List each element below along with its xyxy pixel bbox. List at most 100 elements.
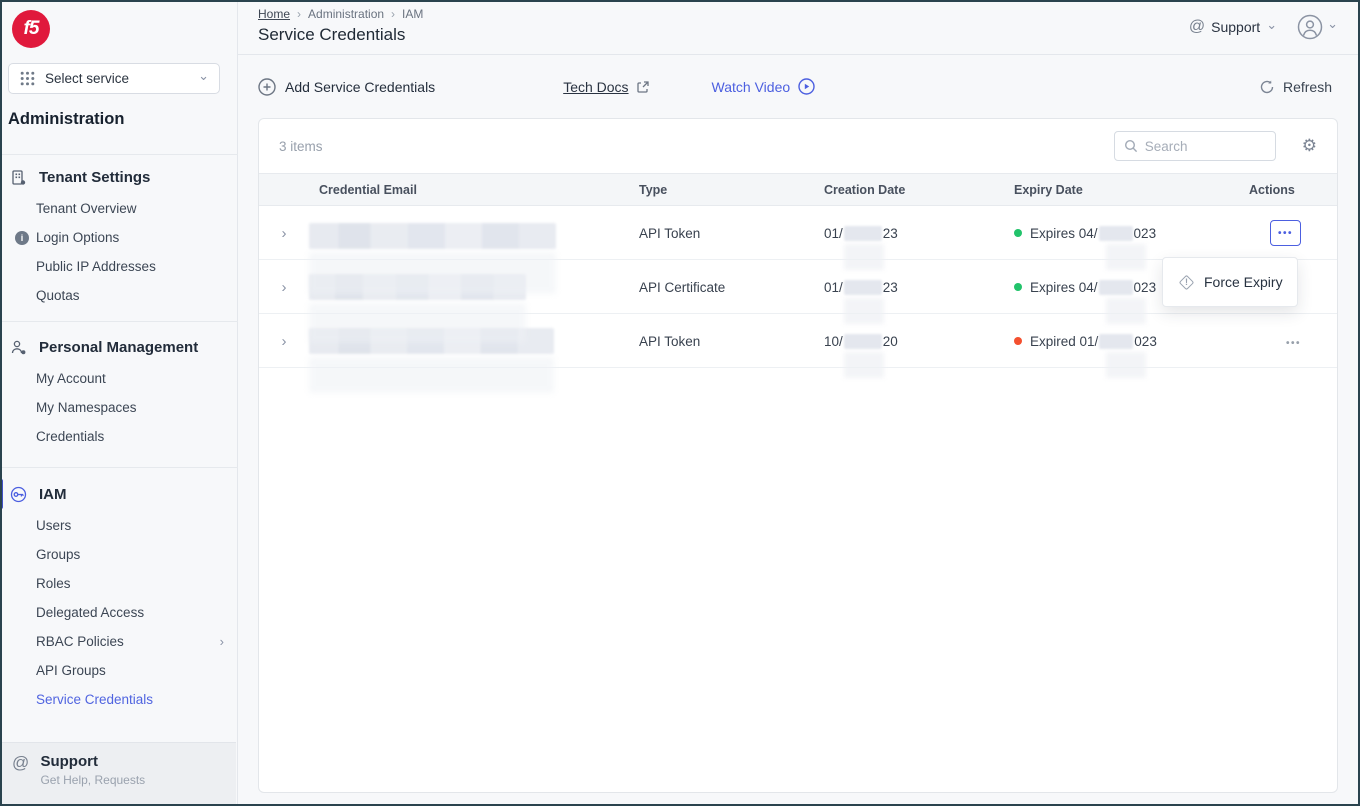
tech-docs-label: Tech Docs [563,79,628,95]
expiry-right: 023 [1134,226,1157,241]
nav-group-label: Tenant Settings [39,169,150,186]
sidebar-item-users[interactable]: Users [0,511,238,540]
avatar-icon [1297,14,1323,40]
support-label: Support [40,753,145,770]
nav-group-header-personal-management[interactable]: Personal Management [0,330,238,364]
redacted-date-block [844,226,882,241]
redacted-date-block [1099,280,1133,295]
table-header-row: Credential Email Type Creation Date Expi… [259,173,1337,206]
breadcrumb-separator-icon [391,7,395,21]
sidebar-item-label: RBAC Policies [36,634,124,649]
sidebar-support-section[interactable]: @ Support Get Help, Requests [0,742,236,804]
column-header-actions: Actions [1249,183,1339,197]
breadcrumb-separator-icon [297,7,301,21]
info-badge-icon: i [15,231,29,245]
nav-group-tenant-settings: Tenant Settings Tenant Overview i Login … [0,160,238,310]
row-expander-icon[interactable] [259,333,309,350]
refresh-button[interactable]: Refresh [1259,79,1332,95]
breadcrumb-iam[interactable]: IAM [402,7,423,21]
nav-group-header-iam[interactable]: IAM [0,477,238,511]
credential-type: API Token [639,226,824,241]
add-service-credentials-button[interactable]: Add Service Credentials [258,78,435,96]
sidebar-item-delegated-access[interactable]: Delegated Access [0,598,238,627]
force-expiry-icon [1179,275,1194,290]
sidebar-item-my-account[interactable]: My Account [0,364,238,393]
sidebar-item-label: Users [36,518,71,533]
sidebar-item-credentials[interactable]: Credentials [0,422,238,451]
sidebar-item-label: Public IP Addresses [36,259,156,274]
credentials-card: 3 items ⚙ Credential Email Type Creation… [258,118,1338,793]
sidebar-item-rbac-policies[interactable]: RBAC Policies › [0,627,238,656]
creation-date-left: 01/ [824,280,843,295]
sidebar-item-label: Tenant Overview [36,201,137,216]
redacted-blur-tail [1106,298,1146,324]
sidebar-item-label: My Namespaces [36,400,137,415]
chevron-right-icon: › [220,634,224,649]
expiry-left: Expires 04/ [1030,226,1098,241]
redacted-blur-tail [309,357,554,393]
sidebar-section-title: Administration [8,110,124,129]
sidebar-item-label: Roles [36,576,71,591]
redacted-email-block [309,223,556,249]
column-header-creation-date[interactable]: Creation Date [824,183,1014,197]
expiry-left: Expires 04/ [1030,280,1098,295]
f5-logo-text: f5 [24,18,39,40]
sidebar-item-api-groups[interactable]: API Groups [0,656,238,685]
sidebar-item-label: Service Credentials [36,692,153,707]
sidebar: f5 Select service Administration Tenant … [0,0,238,806]
redacted-date-block [1099,226,1133,241]
nav-group-label: Personal Management [39,339,198,356]
watch-video-link[interactable]: Watch Video [712,78,816,95]
account-menu[interactable] [1297,14,1338,40]
breadcrumb-home-link[interactable]: Home [258,7,290,21]
divider [0,467,238,468]
select-service-dropdown[interactable]: Select service [8,63,220,94]
search-box[interactable] [1114,131,1276,161]
divider [0,154,238,155]
row-actions-button[interactable] [1270,220,1301,246]
search-input[interactable] [1145,139,1255,154]
sidebar-item-quotas[interactable]: Quotas [0,281,238,310]
status-dot-active [1014,283,1022,291]
sidebar-item-login-options[interactable]: i Login Options [0,223,238,252]
sidebar-item-label: API Groups [36,663,106,678]
credential-type: API Certificate [639,280,824,295]
redacted-blur-tail [844,352,884,378]
redacted-blur-tail [844,298,884,324]
force-expiry-menu-item[interactable]: Force Expiry [1204,274,1283,290]
sidebar-item-service-credentials[interactable]: Service Credentials [0,685,238,714]
sidebar-item-groups[interactable]: Groups [0,540,238,569]
chevron-down-icon [198,71,209,86]
sidebar-item-my-namespaces[interactable]: My Namespaces [0,393,238,422]
breadcrumb-administration[interactable]: Administration [308,7,384,21]
page-title: Service Credentials [258,25,405,45]
column-header-type[interactable]: Type [639,183,824,197]
column-header-expiry-date[interactable]: Expiry Date [1014,183,1249,197]
watch-video-label: Watch Video [712,79,791,95]
redacted-date-block [844,334,882,349]
gear-icon[interactable]: ⚙ [1302,136,1317,156]
credential-type: API Token [639,334,824,349]
sidebar-item-public-ip-addresses[interactable]: Public IP Addresses [0,252,238,281]
iam-key-icon [10,486,27,503]
personal-management-icon [10,339,27,356]
redacted-blur-tail [309,252,556,294]
creation-date-right: 20 [883,334,898,349]
grid-icon [19,70,36,87]
sidebar-item-label: Delegated Access [36,605,144,620]
sidebar-item-roles[interactable]: Roles [0,569,238,598]
sidebar-item-tenant-overview[interactable]: Tenant Overview [0,194,238,223]
redacted-blur-tail [1106,352,1146,378]
sidebar-item-label: My Account [36,371,106,386]
nav-group-header-tenant-settings[interactable]: Tenant Settings [0,160,238,194]
table-row: API Token 01/23 Expires 04/023 [259,206,1337,260]
row-expander-icon[interactable] [259,279,309,296]
expiry-date: Expires 04/023 [1014,206,1249,260]
row-actions-button[interactable] [1286,334,1301,349]
row-expander-icon[interactable] [259,225,309,242]
column-header-credential-email[interactable]: Credential Email [309,183,639,197]
topbar-support-menu[interactable]: @ Support [1189,18,1277,36]
divider [0,321,238,322]
tech-docs-link[interactable]: Tech Docs [563,79,649,95]
redacted-date-block [844,280,882,295]
